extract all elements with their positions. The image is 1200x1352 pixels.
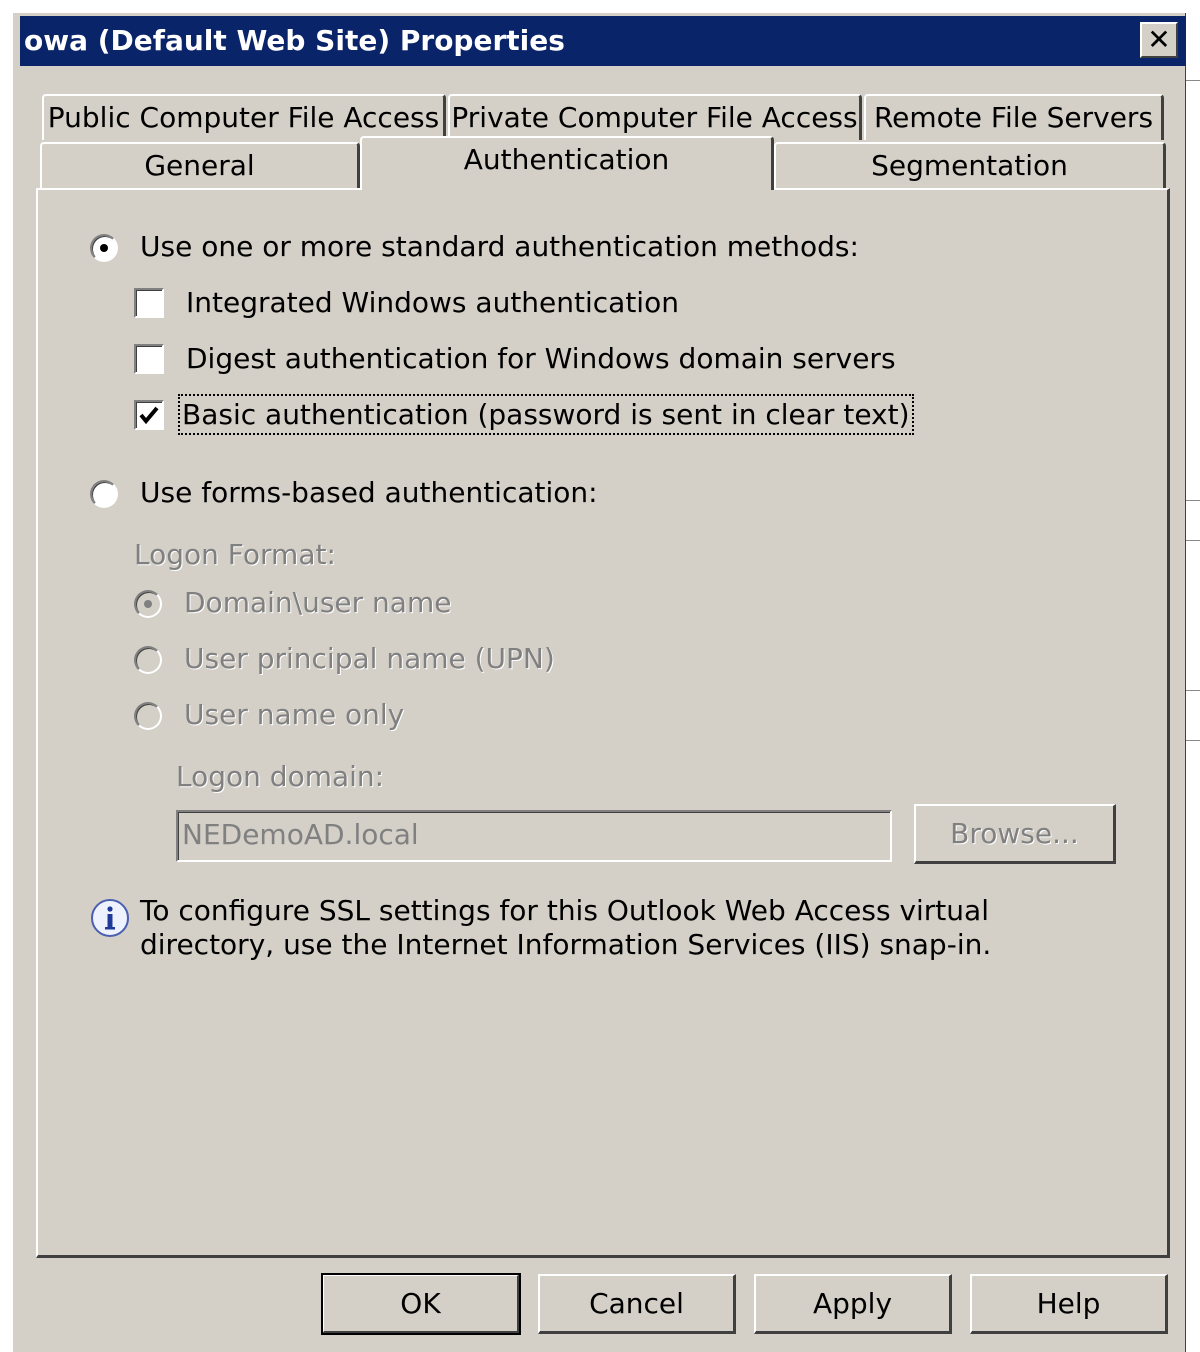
- forms-auth-radio[interactable]: [90, 480, 118, 508]
- basic-auth-label: Basic authentication (password is sent i…: [178, 394, 914, 435]
- digest-auth-label: Digest authentication for Windows domain…: [186, 342, 896, 375]
- logon-format-upn-radio[interactable]: [134, 646, 162, 674]
- tab-label: Authentication: [463, 143, 670, 176]
- integrated-windows-checkbox[interactable]: [134, 288, 164, 318]
- logon-format-upn-label: User principal name (UPN): [184, 642, 555, 675]
- help-button[interactable]: Help: [970, 1274, 1168, 1334]
- digest-auth-checkbox[interactable]: [134, 344, 164, 374]
- logon-domain-label: Logon domain:: [176, 760, 385, 793]
- logon-format-username-only-radio[interactable]: [134, 702, 162, 730]
- integrated-windows-label: Integrated Windows authentication: [186, 286, 679, 319]
- tab-label: Private Computer File Access: [451, 101, 858, 134]
- tab-general[interactable]: General: [40, 142, 360, 188]
- ok-button[interactable]: OK: [321, 1273, 521, 1335]
- window-title: owa (Default Web Site) Properties: [24, 24, 565, 57]
- radio-selected-dot: [144, 600, 152, 608]
- ssl-info-text: To configure SSL settings for this Outlo…: [140, 894, 992, 961]
- basic-auth-checkbox[interactable]: [134, 400, 164, 430]
- tab-authentication[interactable]: Authentication: [360, 136, 774, 190]
- title-bar[interactable]: owa (Default Web Site) Properties ✕: [20, 16, 1186, 66]
- browse-button[interactable]: Browse...: [914, 804, 1116, 864]
- standard-auth-radio[interactable]: [90, 234, 118, 262]
- tab-segmentation[interactable]: Segmentation: [774, 142, 1166, 188]
- tab-private-computer-file-access[interactable]: Private Computer File Access: [448, 94, 862, 140]
- standard-auth-label: Use one or more standard authentication …: [140, 230, 859, 263]
- tab-public-computer-file-access[interactable]: Public Computer File Access: [42, 94, 446, 140]
- forms-auth-label: Use forms-based authentication:: [140, 476, 598, 509]
- tab-label: Public Computer File Access: [47, 101, 440, 134]
- tab-remote-file-servers[interactable]: Remote File Servers: [864, 94, 1164, 140]
- checkmark-icon: [139, 406, 159, 425]
- close-icon: ✕: [1147, 23, 1171, 56]
- radio-selected-dot: [100, 244, 108, 252]
- info-icon: [91, 899, 129, 937]
- background-window-edge: [1186, 0, 1200, 1352]
- logon-format-domain-user-radio[interactable]: [134, 590, 162, 618]
- tab-label: General: [144, 149, 255, 182]
- logon-domain-input[interactable]: NEDemoAD.local: [176, 810, 892, 862]
- logon-format-domain-user-label: Domain\user name: [184, 586, 452, 619]
- apply-button[interactable]: Apply: [754, 1274, 952, 1334]
- cancel-button[interactable]: Cancel: [538, 1274, 736, 1334]
- tab-label: Segmentation: [871, 149, 1068, 182]
- logon-format-label: Logon Format:: [134, 538, 336, 571]
- properties-dialog: owa (Default Web Site) Properties ✕ Publ…: [12, 12, 1186, 1352]
- close-button[interactable]: ✕: [1140, 22, 1178, 58]
- tab-label: Remote File Servers: [873, 101, 1154, 134]
- logon-format-username-only-label: User name only: [184, 698, 405, 731]
- authentication-panel: Use one or more standard authentication …: [36, 188, 1170, 1258]
